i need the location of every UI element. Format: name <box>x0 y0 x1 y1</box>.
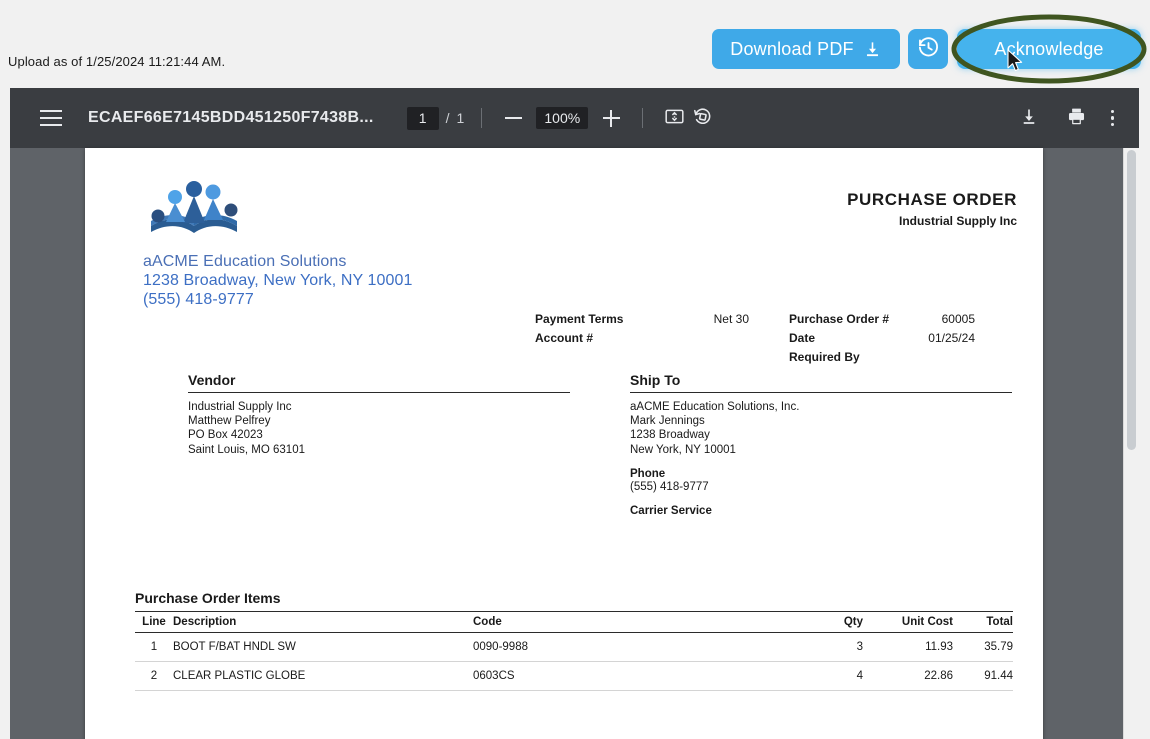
terms-value: Net 30 <box>713 312 749 326</box>
upload-timestamp-text: Upload as of 1/25/2024 11:21:44 AM. <box>8 54 226 69</box>
items-title: Purchase Order Items <box>135 590 281 606</box>
column-header-qty: Qty <box>803 611 863 633</box>
phone-heading: Phone <box>630 467 666 480</box>
cell-unit-cost: 11.93 <box>863 632 953 662</box>
toolbar-divider-2 <box>642 108 644 128</box>
carrier-service-heading: Carrier Service <box>630 505 712 518</box>
column-header-code: Code <box>473 611 803 633</box>
cell-line: 1 <box>135 632 173 662</box>
ship-to-line: aACME Education Solutions, Inc. <box>630 401 800 413</box>
cell-code: 0090-9988 <box>473 632 803 662</box>
rotate-button[interactable] <box>688 104 716 132</box>
download-icon <box>863 40 882 59</box>
ship-to-heading: Ship To <box>630 372 1012 393</box>
toolbar-right-actions <box>1015 104 1114 132</box>
table-header-row: Line Description Code Qty Unit Cost Tota… <box>135 611 1013 633</box>
zoom-in-button[interactable] <box>597 104 625 132</box>
items-table: Line Description Code Qty Unit Cost Tota… <box>135 611 1013 691</box>
terms-label-2: Required By <box>789 350 860 364</box>
fit-to-page-icon <box>664 106 685 130</box>
ship-to-line: 1238 Broadway <box>630 429 710 442</box>
minus-icon <box>504 110 522 127</box>
pdf-viewer: ECAEF66E7145BDD451250F7438B... / 1 100% <box>10 88 1139 739</box>
column-header-total: Total <box>953 611 1013 633</box>
fit-to-page-button[interactable] <box>660 104 688 132</box>
cell-total: 91.44 <box>953 661 1013 691</box>
cell-description: CLEAR PLASTIC GLOBE <box>173 661 473 691</box>
vendor-line: Saint Louis, MO 63101 <box>188 443 305 456</box>
vendor-address: Industrial Supply Inc Matthew Pelfrey PO… <box>188 400 570 457</box>
org-address: 1238 Broadway, New York, NY 10001 (555) … <box>143 272 413 308</box>
terms-row: Account # Date 01/25/24 <box>535 331 1015 350</box>
terms-value-2: 60005 <box>941 312 975 326</box>
pdf-page: aACME Education Solutions 1238 Broadway,… <box>85 148 1043 739</box>
terms-row: Required By <box>535 350 1015 369</box>
download-icon <box>1019 107 1039 130</box>
table-row: 2 CLEAR PLASTIC GLOBE 0603CS 4 22.86 91.… <box>135 661 1013 691</box>
ship-to-block: Ship To aACME Education Solutions, Inc. … <box>630 372 1012 517</box>
terms-label-2: Purchase Order # <box>789 312 890 326</box>
page-title: PURCHASE ORDER <box>847 190 1017 209</box>
column-header-description: Description <box>173 611 473 633</box>
revision-history-button[interactable] <box>908 29 948 69</box>
viewer-scrollbar[interactable] <box>1123 148 1139 739</box>
plus-icon <box>602 109 620 127</box>
vendor-line: Matthew Pelfrey <box>188 415 271 428</box>
terms-value-2: 01/25/24 <box>928 331 975 345</box>
cell-unit-cost: 22.86 <box>863 661 953 691</box>
phone-value: (555) 418-9777 <box>630 480 709 493</box>
vendor-line: Industrial Supply Inc <box>188 401 292 413</box>
acknowledge-button[interactable]: Acknowledge <box>957 29 1141 69</box>
history-clock-icon <box>917 36 940 62</box>
terms-label: Account # <box>535 331 594 345</box>
page-total-count: 1 <box>456 110 465 126</box>
toolbar-download-button[interactable] <box>1015 104 1043 132</box>
more-options-kebab-icon[interactable] <box>1110 109 1114 127</box>
toolbar-divider-1 <box>481 108 483 128</box>
top-action-bar: Upload as of 1/25/2024 11:21:44 AM. Down… <box>0 0 1150 88</box>
page-number-input[interactable] <box>406 106 439 130</box>
column-header-unit-cost: Unit Cost <box>863 611 953 633</box>
terms-label-2: Date <box>789 331 816 345</box>
download-pdf-label: Download PDF <box>730 38 854 59</box>
print-icon <box>1066 106 1087 130</box>
ship-to-address: aACME Education Solutions, Inc. Mark Jen… <box>630 400 1012 457</box>
ship-to-line: Mark Jennings <box>630 415 705 428</box>
purchase-order-items-block: Purchase Order Items Line Description Co… <box>135 590 1013 691</box>
cell-qty: 3 <box>803 632 863 662</box>
cell-description: BOOT F/BAT HNDL SW <box>173 632 473 662</box>
terms-row: Payment Terms Net 30 Purchase Order # 60… <box>535 312 1015 331</box>
zoom-out-button[interactable] <box>499 104 527 132</box>
vendor-heading: Vendor <box>188 372 570 393</box>
vendor-block: Vendor Industrial Supply Inc Matthew Pel… <box>188 372 570 457</box>
pdf-viewer-toolbar: ECAEF66E7145BDD451250F7438B... / 1 100% <box>10 88 1139 148</box>
company-logo-block: aACME Education Solutions 1238 Broadway,… <box>143 176 443 309</box>
cell-total: 35.79 <box>953 632 1013 662</box>
org-name: aACME Education Solutions <box>143 253 347 270</box>
cell-code: 0603CS <box>473 661 803 691</box>
table-row: 1 BOOT F/BAT HNDL SW 0090-9988 3 11.93 3… <box>135 632 1013 662</box>
download-pdf-button[interactable]: Download PDF <box>712 29 900 69</box>
terms-label: Payment Terms <box>535 312 624 326</box>
cell-line: 2 <box>135 661 173 691</box>
column-header-line: Line <box>135 611 173 633</box>
aacme-people-book-logo <box>143 176 443 248</box>
viewer-scrollbar-thumb[interactable] <box>1127 150 1136 450</box>
page-subtitle: Industrial Supply Inc <box>898 214 1017 228</box>
page-separator: / <box>445 110 450 126</box>
pdf-document-title: ECAEF66E7145BDD451250F7438B... <box>88 109 374 126</box>
page-navigation: / 1 <box>406 106 465 130</box>
toolbar-print-button[interactable] <box>1063 104 1091 132</box>
cell-qty: 4 <box>803 661 863 691</box>
rotate-counterclockwise-icon <box>692 106 713 130</box>
acknowledge-label: Acknowledge <box>994 38 1104 59</box>
terms-block: Payment Terms Net 30 Purchase Order # 60… <box>535 312 1015 369</box>
ship-to-line: New York, NY 10001 <box>630 443 736 456</box>
document-title-block: PURCHASE ORDER Industrial Supply Inc <box>847 190 1017 228</box>
zoom-level-value[interactable]: 100% <box>536 107 589 129</box>
vendor-line: PO Box 42023 <box>188 429 263 442</box>
hamburger-menu-icon[interactable] <box>36 103 66 133</box>
app-root: Upload as of 1/25/2024 11:21:44 AM. Down… <box>0 0 1150 739</box>
